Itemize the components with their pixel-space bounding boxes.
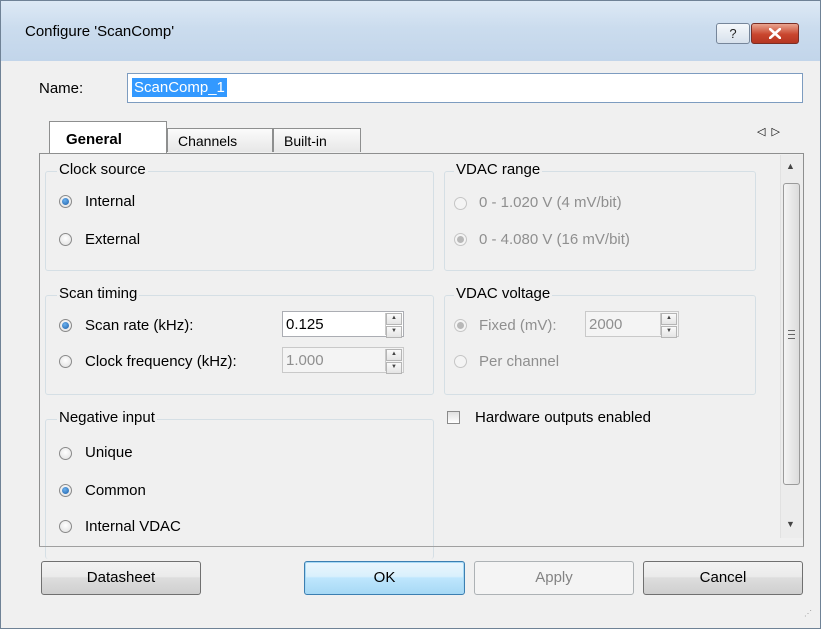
clock-source-group <box>45 171 434 271</box>
negative-common-label: Common <box>85 482 146 499</box>
vdac-voltage-group <box>444 295 756 395</box>
tab-built-in[interactable]: Built-in <box>273 128 361 152</box>
scan-timing-title: Scan timing <box>57 285 140 302</box>
negative-unique-label: Unique <box>85 444 133 461</box>
scroll-up-icon[interactable]: ▲ <box>786 161 795 171</box>
name-value: ScanComp_1 <box>132 78 227 97</box>
vdac-per-channel-radio[interactable] <box>454 355 467 368</box>
spin-down-icon[interactable]: ▼ <box>386 362 402 374</box>
vdac-fixed-label: Fixed (mV): <box>479 317 557 334</box>
datasheet-button[interactable]: Datasheet <box>41 561 201 595</box>
name-label: Name: <box>39 80 84 97</box>
help-icon: ? <box>729 26 737 41</box>
tab-general[interactable]: General <box>49 121 167 154</box>
scan-rate-label: Scan rate (kHz): <box>85 317 194 334</box>
scan-timing-group <box>45 295 434 395</box>
negative-input-title: Negative input <box>57 409 157 426</box>
clock-frequency-label: Clock frequency (kHz): <box>85 353 237 370</box>
tab-scroll-left-icon[interactable]: ◁ <box>757 126 771 138</box>
vdac-range-1v-radio[interactable] <box>454 197 467 210</box>
ok-button[interactable]: OK <box>304 561 465 595</box>
window-title: Configure 'ScanComp' <box>25 23 175 40</box>
configure-dialog: Configure 'ScanComp' ? Name: ScanComp_1 … <box>0 0 821 629</box>
grip-icon <box>788 330 795 339</box>
close-button[interactable] <box>751 23 799 44</box>
apply-button[interactable]: Apply <box>474 561 634 595</box>
scan-rate-input[interactable]: 0.125 ▲ ▼ <box>282 311 404 338</box>
clock-internal-radio[interactable] <box>59 195 72 208</box>
vdac-per-channel-label: Per channel <box>479 353 560 370</box>
spin-down-icon[interactable]: ▼ <box>661 326 677 338</box>
clock-internal-label: Internal <box>85 193 136 210</box>
clock-external-radio[interactable] <box>59 233 72 246</box>
tab-strip: General Channels Built-in <box>1 118 820 154</box>
vdac-range-title: VDAC range <box>454 161 543 178</box>
vdac-fixed-radio[interactable] <box>454 319 467 332</box>
name-input[interactable]: ScanComp_1 <box>127 73 803 103</box>
vdac-range-4v-radio[interactable] <box>454 233 467 246</box>
negative-internal-vdac-label: Internal VDAC <box>85 518 181 535</box>
negative-internal-vdac-radio[interactable] <box>59 520 72 533</box>
cancel-button[interactable]: Cancel <box>643 561 803 595</box>
vdac-fixed-input[interactable]: 2000 ▲ ▼ <box>585 311 679 338</box>
scroll-down-icon[interactable]: ▼ <box>786 519 795 529</box>
scan-rate-stepper[interactable]: ▲ ▼ <box>385 313 402 338</box>
help-button[interactable]: ? <box>716 23 750 44</box>
vdac-voltage-title: VDAC voltage <box>454 285 553 302</box>
tab-scroll-right-icon[interactable]: ▷ <box>771 126 785 138</box>
scan-rate-value: 0.125 <box>286 316 324 333</box>
close-icon <box>768 27 782 40</box>
vdac-range-1v-label: 0 - 1.020 V (4 mV/bit) <box>479 194 622 211</box>
clock-external-label: External <box>85 231 141 248</box>
button-separator <box>39 546 804 547</box>
scan-rate-radio[interactable] <box>59 319 72 332</box>
negative-common-radio[interactable] <box>59 484 72 497</box>
spin-up-icon[interactable]: ▲ <box>386 349 402 361</box>
vertical-scrollbar[interactable]: ▲ ▼ <box>780 155 803 538</box>
title-bar: Configure 'ScanComp' ? <box>1 1 820 61</box>
vdac-fixed-value: 2000 <box>589 316 623 333</box>
negative-unique-radio[interactable] <box>59 447 72 460</box>
clock-frequency-stepper[interactable]: ▲ ▼ <box>385 349 402 374</box>
scrollbar-thumb[interactable] <box>783 183 800 485</box>
tab-scroll-buttons: ◁▷ <box>757 125 786 138</box>
resize-grip-icon[interactable]: ⋰ <box>804 610 816 624</box>
spin-up-icon[interactable]: ▲ <box>661 313 677 325</box>
clock-frequency-radio[interactable] <box>59 355 72 368</box>
clock-frequency-input[interactable]: 1.000 ▲ ▼ <box>282 347 404 374</box>
spin-up-icon[interactable]: ▲ <box>386 313 402 325</box>
spin-down-icon[interactable]: ▼ <box>386 326 402 338</box>
clock-source-title: Clock source <box>57 161 148 178</box>
vdac-range-4v-label: 0 - 4.080 V (16 mV/bit) <box>479 231 630 248</box>
hardware-outputs-label: Hardware outputs enabled <box>475 409 651 426</box>
vdac-fixed-stepper[interactable]: ▲ ▼ <box>660 313 677 338</box>
hardware-outputs-checkbox[interactable] <box>447 411 460 424</box>
tab-channels[interactable]: Channels <box>167 128 273 152</box>
clock-frequency-value: 1.000 <box>286 352 324 369</box>
vdac-range-group <box>444 171 756 271</box>
